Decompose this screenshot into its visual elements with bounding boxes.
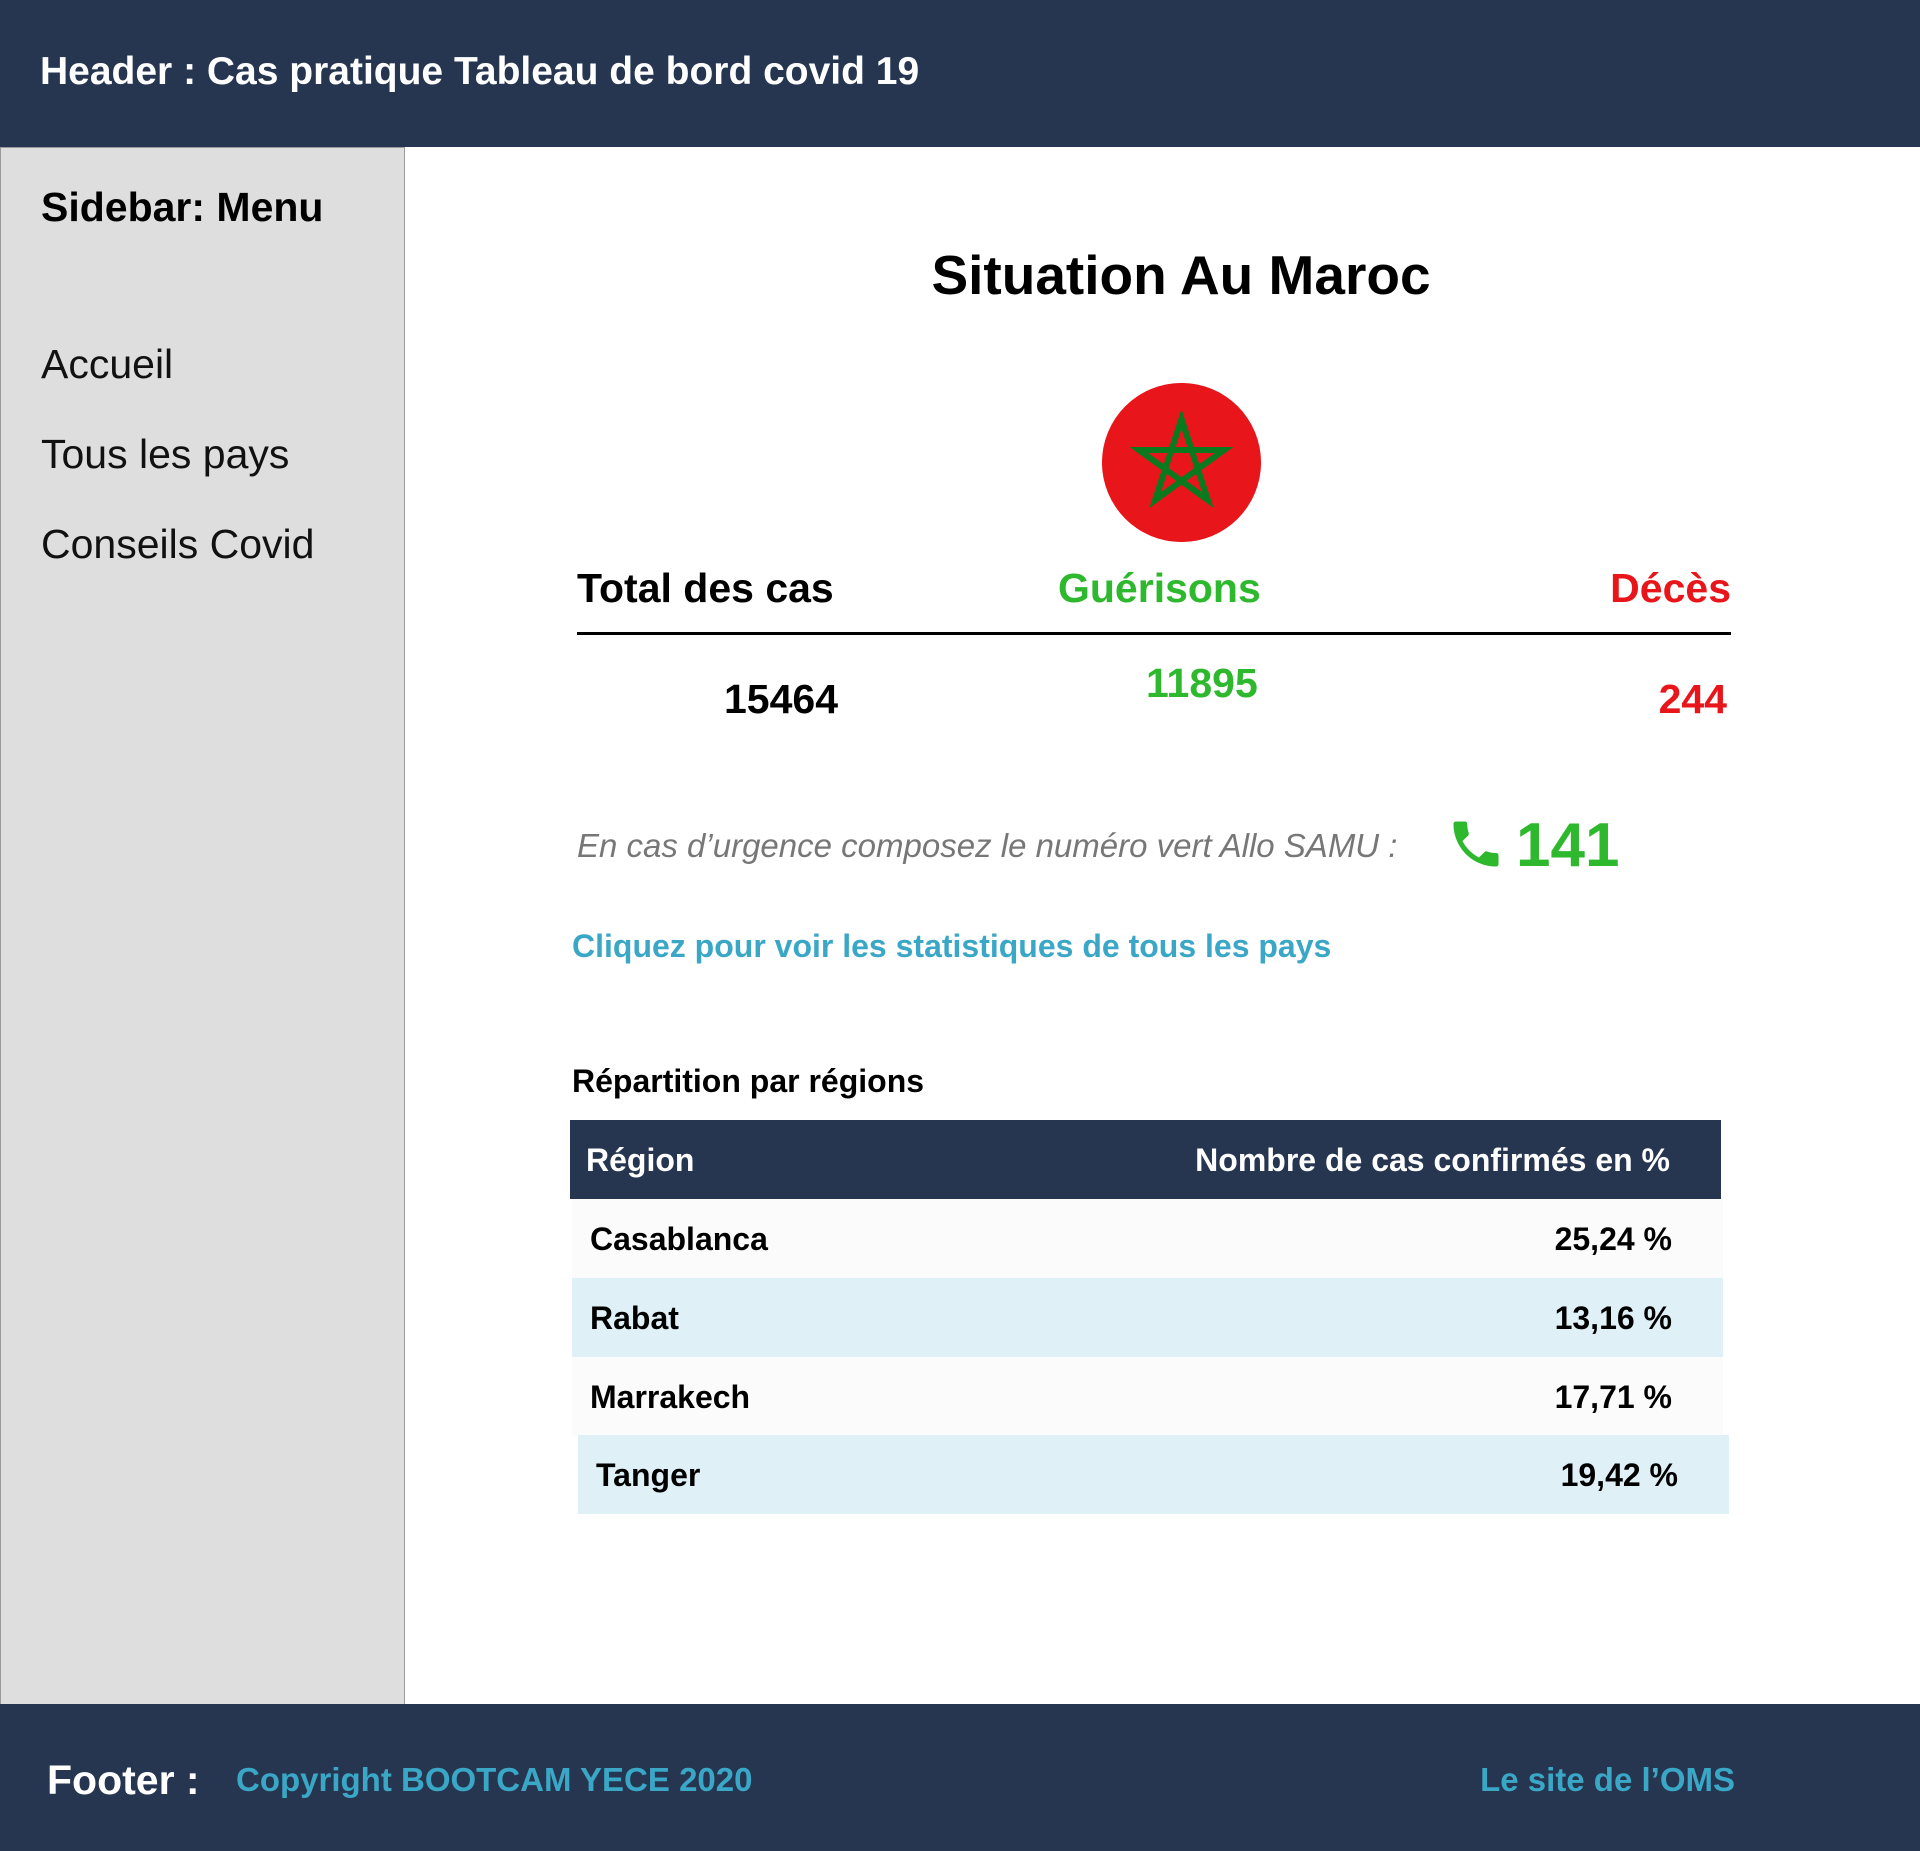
page-title: Situation Au Maroc (931, 244, 1431, 306)
phone-icon (1446, 814, 1506, 874)
table-row: Tanger 19,42 % (578, 1435, 1729, 1514)
column-header-region: Région (586, 1142, 695, 1178)
sidebar-title: Sidebar: Menu (41, 184, 324, 230)
total-cases-label: Total des cas (577, 565, 834, 611)
region-name: Tanger (596, 1457, 701, 1493)
table-row: Marrakech 17,71 % (572, 1357, 1723, 1436)
footer-label: Footer : (47, 1757, 200, 1803)
region-percent: 13,16 % (1554, 1300, 1672, 1336)
footer: Footer : Copyright BOOTCAM YECE 2020 Le … (0, 1704, 1920, 1851)
region-name: Casablanca (590, 1221, 768, 1257)
sidebar-item-tous-les-pays[interactable]: Tous les pays (41, 431, 289, 478)
samu-number[interactable]: 141 (1516, 810, 1619, 881)
recovered-value: 11895 (1146, 660, 1258, 706)
header: Header : Cas pratique Tableau de bord co… (0, 0, 1920, 147)
footer-copyright: Copyright BOOTCAM YECE 2020 (236, 1761, 753, 1798)
region-percent: 17,71 % (1554, 1379, 1672, 1415)
total-cases-value: 15464 (724, 676, 839, 722)
table-row: Rabat 13,16 % (572, 1278, 1723, 1357)
stats-divider (577, 632, 1731, 635)
header-title: Header : Cas pratique Tableau de bord co… (40, 50, 920, 93)
morocco-flag-icon (1102, 383, 1261, 542)
regions-title: Répartition par régions (572, 1063, 925, 1099)
regions-table-header: Région Nombre de cas confirmés en % (570, 1120, 1721, 1199)
recovered-label: Guérisons (1058, 565, 1261, 611)
region-percent: 25,24 % (1554, 1221, 1672, 1257)
all-countries-link[interactable]: Cliquez pour voir les statistiques de to… (572, 928, 1331, 965)
sidebar-item-accueil[interactable]: Accueil (41, 341, 173, 388)
column-header-percent: Nombre de cas confirmés en % (1195, 1142, 1670, 1178)
deaths-value: 244 (1658, 676, 1727, 722)
sidebar-item-conseils-covid[interactable]: Conseils Covid (41, 521, 314, 568)
region-name: Rabat (590, 1300, 679, 1336)
table-row: Casablanca 25,24 % (572, 1199, 1723, 1278)
deaths-label: Décès (1610, 565, 1731, 611)
region-name: Marrakech (590, 1379, 751, 1415)
emergency-text: En cas d’urgence composez le numéro vert… (577, 827, 1398, 864)
oms-site-link[interactable]: Le site de l’OMS (1480, 1761, 1735, 1799)
sidebar: Sidebar: Menu Accueil Tous les pays Cons… (0, 147, 405, 1704)
region-percent: 19,42 % (1560, 1457, 1678, 1493)
